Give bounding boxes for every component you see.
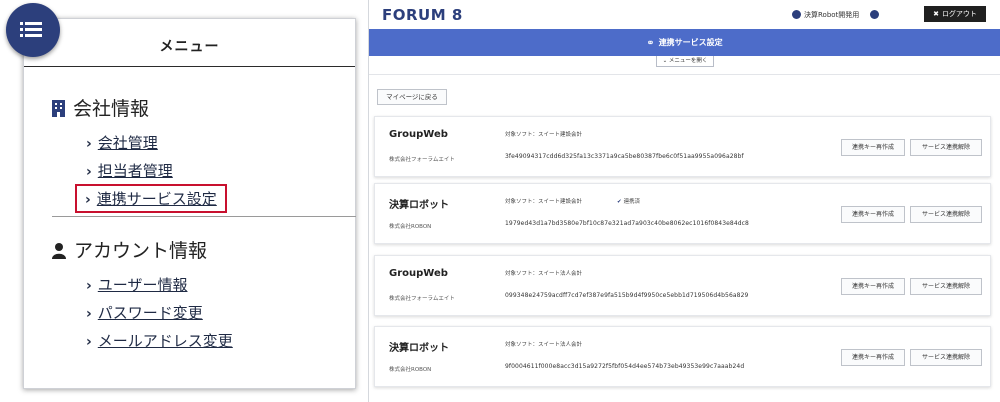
service-card: GroupWeb 株式会社フォーラムエイト 対象ソフト：スイート建設会計 3fe…: [374, 116, 991, 177]
user-account-label[interactable]: 決算Robot開発用: [792, 10, 859, 20]
page-title-bar: ⚭ 連携サービス設定: [369, 29, 1000, 56]
service-name: GroupWeb: [389, 268, 448, 279]
chevron-right-icon: ›: [86, 164, 92, 180]
regenerate-key-button[interactable]: 連携キー再作成: [841, 139, 905, 156]
menu-link-company-management[interactable]: › 会社管理: [86, 132, 158, 153]
building-badge-icon: [792, 10, 801, 19]
link-key: 1979ed43d1a7bd3580e7bf10c87e321ad7a903c4…: [505, 220, 749, 227]
unlink-service-button[interactable]: サービス連携解除: [910, 206, 982, 223]
section-heading-account: アカウント情報: [52, 236, 207, 264]
target-software: 対象ソフト：スイート法人会計: [505, 342, 583, 348]
menu-divider: [52, 216, 356, 217]
link-key: 9f0004611f000e8acc3d15a9272f5fbf054d4ee5…: [505, 363, 745, 370]
menu-link-email-change[interactable]: › メールアドレス変更: [86, 330, 233, 351]
section-heading-label: アカウント情報: [74, 240, 208, 262]
chevron-down-icon: ⌄: [662, 58, 668, 64]
chevron-right-icon: ›: [86, 334, 92, 350]
service-company: 株式会社フォーラムエイト: [389, 157, 455, 163]
section-heading-company: 会社情報: [52, 94, 149, 122]
user-circle-icon: [870, 10, 879, 19]
page-title: 連携サービス設定: [658, 38, 723, 47]
menu-link-password-change[interactable]: › パスワード変更: [86, 302, 203, 323]
service-name: 決算ロボット: [389, 200, 449, 211]
regenerate-key-button[interactable]: 連携キー再作成: [841, 349, 905, 366]
service-card: 決算ロボット 株式会社ROBON 対象ソフト：スイート建設会計 ✔ 連携済 197…: [374, 183, 991, 244]
regenerate-key-button[interactable]: 連携キー再作成: [841, 206, 905, 223]
section-heading-label: 会社情報: [73, 98, 150, 120]
header-separator: [369, 74, 1000, 75]
link-icon: ⚭: [646, 38, 655, 49]
user-icon: [52, 242, 66, 264]
menu-link-staff-management[interactable]: › 担当者管理: [86, 160, 173, 181]
target-software: 対象ソフト：スイート建設会計: [505, 132, 583, 138]
chevron-right-icon: ›: [86, 306, 92, 322]
check-icon: ✔: [617, 199, 622, 205]
menu-header: メニュー: [24, 19, 355, 67]
service-name: GroupWeb: [389, 129, 448, 140]
unlink-service-button[interactable]: サービス連携解除: [910, 349, 982, 366]
page-root: メニュー 会社情報 › 会社管理 › 担当者管理 › 連携サービス設定 アカウン…: [0, 0, 1000, 402]
regenerate-key-button[interactable]: 連携キー再作成: [841, 278, 905, 295]
service-company: 株式会社ROBON: [389, 224, 432, 230]
logout-button[interactable]: ✖ ログアウト: [924, 6, 986, 22]
service-card: GroupWeb 株式会社フォーラムエイト 対象ソフト：スイート法人会計 099…: [374, 255, 991, 316]
chevron-right-icon: ›: [86, 136, 92, 152]
link-key: 3fe49094317cdd6d325fa13c3371a9ca5be80387…: [505, 153, 744, 160]
menu-title: メニュー: [159, 39, 220, 55]
user-profile-button[interactable]: [870, 10, 882, 19]
target-software: 対象ソフト：スイート法人会計: [505, 271, 583, 277]
unlink-service-button[interactable]: サービス連携解除: [910, 139, 982, 156]
service-company: 株式会社ROBON: [389, 367, 432, 373]
chevron-right-icon: ›: [85, 192, 91, 208]
menu-link-user-info[interactable]: › ユーザー情報: [86, 274, 187, 295]
vertical-divider: [368, 0, 369, 402]
building-icon: [52, 100, 65, 122]
service-name: 決算ロボット: [389, 343, 449, 354]
close-icon: ✖: [933, 10, 939, 18]
target-software: 対象ソフト：スイート建設会計: [505, 199, 583, 205]
unlink-service-button[interactable]: サービス連携解除: [910, 278, 982, 295]
service-company: 株式会社フォーラムエイト: [389, 296, 455, 302]
service-card: 決算ロボット 株式会社ROBON 対象ソフト：スイート法人会計 9f000461…: [374, 326, 991, 387]
link-key: 099348e24759acdff7cd7ef387e9fa515b9d4f99…: [505, 292, 749, 299]
chevron-right-icon: ›: [86, 278, 92, 294]
link-status: ✔ 連携済: [617, 199, 641, 205]
menu-toggle-button[interactable]: [6, 3, 60, 57]
open-menu-tab[interactable]: ⌄ メニューを開く: [656, 56, 714, 67]
menu-link-linked-services[interactable]: › 連携サービス設定: [75, 184, 227, 213]
brand-logo[interactable]: FORUM 8: [382, 6, 463, 24]
side-menu-panel: メニュー 会社情報 › 会社管理 › 担当者管理 › 連携サービス設定 アカウン…: [23, 18, 356, 389]
back-to-mypage-button[interactable]: マイページに戻る: [377, 89, 447, 105]
